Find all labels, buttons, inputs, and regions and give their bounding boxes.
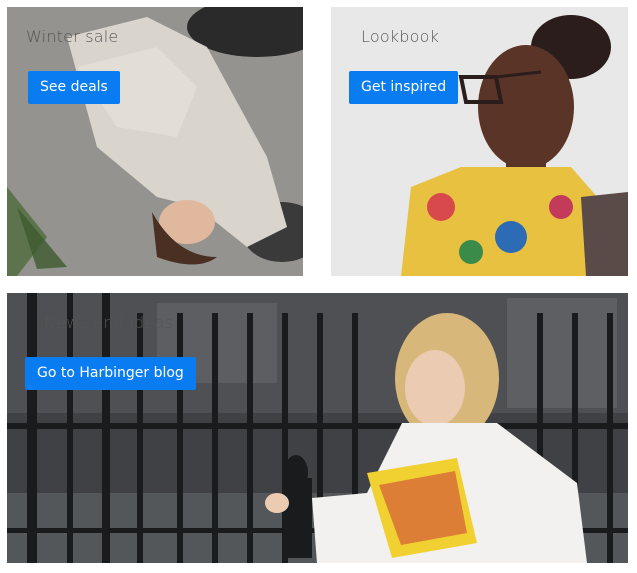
news-and-ideas-photo [7,293,628,563]
tile-title: News and ideas [44,313,173,332]
tile-title: Winter sale [26,27,119,46]
go-to-harbinger-blog-button[interactable]: Go to Harbinger blog [25,357,196,390]
winter-sale-photo [7,7,303,276]
promo-tile-lookbook[interactable]: Lookbook Get inspired [331,7,628,276]
promo-tile-winter-sale[interactable]: Winter sale See deals [7,7,303,276]
tile-title: Lookbook [361,27,440,46]
promo-tile-news-and-ideas[interactable]: News and ideas Go to Harbinger blog [7,293,628,563]
get-inspired-button[interactable]: Get inspired [349,71,459,104]
lookbook-photo [331,7,628,276]
see-deals-button[interactable]: See deals [28,71,120,104]
